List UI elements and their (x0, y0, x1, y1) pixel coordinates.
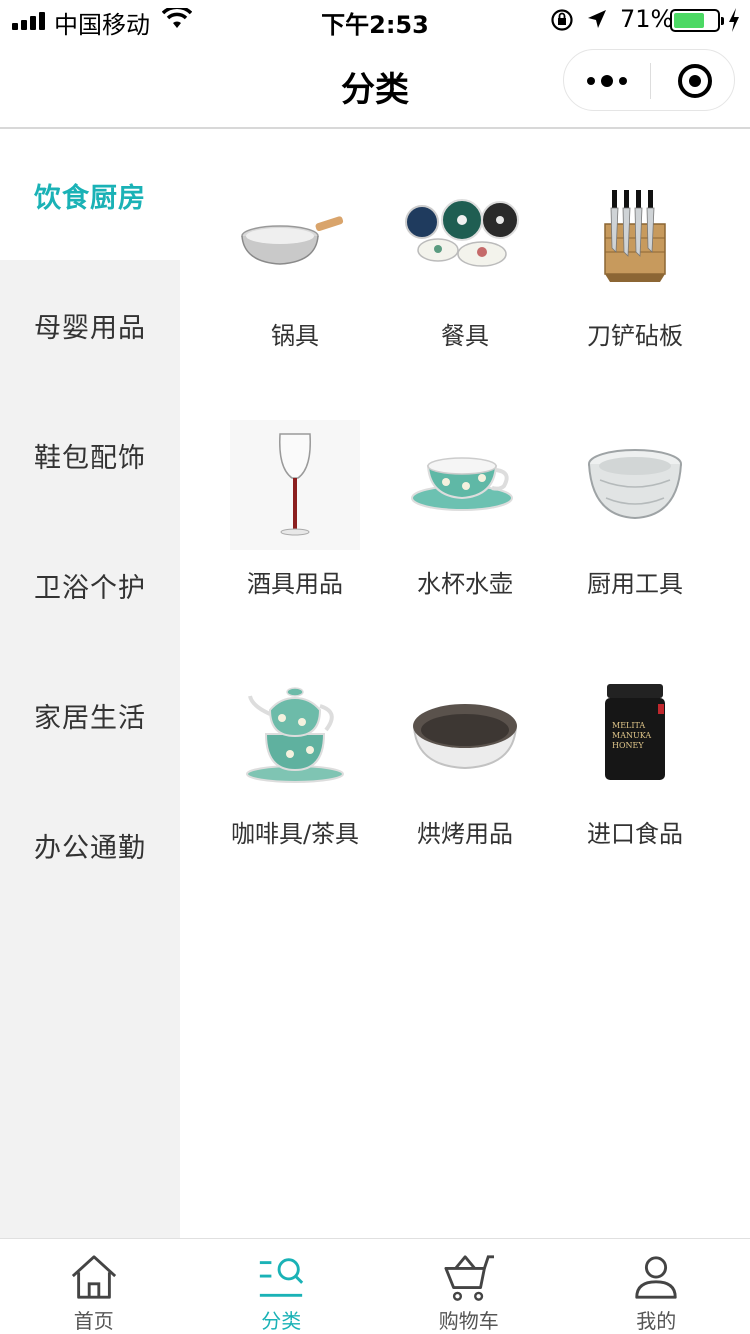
baking-pan-image (413, 704, 517, 770)
subcategory-label: 餐具 (441, 322, 489, 350)
mini-program-capsule (563, 49, 735, 111)
tab-label: 首页 (73, 1309, 114, 1333)
subcategory-item[interactable]: 锅具 (210, 172, 380, 351)
tab-label: 购物车 (438, 1309, 499, 1333)
capsule-divider (650, 63, 651, 99)
saucepan-image (241, 216, 344, 265)
sidebar-item-home-living[interactable]: 家居生活 (0, 650, 180, 780)
page: 中国移动 下午2:53 71% 分类 饮食厨房 母婴用品 鞋包配饰 卫浴个护 家… (0, 0, 750, 1334)
glass-bowl-image (588, 449, 682, 520)
status-bar: 中国移动 下午2:53 71% (0, 0, 750, 40)
battery-fill (674, 13, 704, 28)
subcategory-label: 酒具用品 (247, 570, 343, 598)
subcategory-item[interactable]: 咖啡具/茶具 (210, 670, 380, 849)
honey-line2-text: HONEY (612, 741, 644, 750)
subcategory-item[interactable]: 餐具 (380, 172, 550, 351)
location-arrow-icon (588, 10, 606, 28)
sidebar-item-shoes-bags[interactable]: 鞋包配饰 (0, 390, 180, 520)
category-search-icon (260, 1258, 304, 1297)
battery-percent: 71% (620, 5, 674, 33)
sidebar-item-office[interactable]: 办公通勤 (0, 780, 180, 910)
sidebar-item-bath-care[interactable]: 卫浴个护 (0, 520, 180, 650)
wine-glass-image (230, 420, 360, 550)
tab-cart[interactable]: 购物车 (375, 1239, 563, 1334)
subcategory-label: 咖啡具/茶具 (230, 820, 360, 848)
honey-line1-text: MANUKA (612, 731, 651, 740)
cart-icon (444, 1255, 494, 1301)
more-options-button[interactable] (564, 50, 650, 112)
tab-label: 我的 (636, 1309, 677, 1333)
plates-image (405, 199, 519, 267)
navigation-bar: 分类 (0, 40, 750, 129)
battery-icon (670, 9, 724, 32)
subcategory-label: 水杯水壶 (417, 570, 513, 598)
subcategory-label: 锅具 (271, 322, 319, 350)
rotation-lock-icon (551, 9, 573, 31)
subcategory-label: 刀铲砧板 (587, 322, 683, 350)
teacup-image (411, 457, 513, 511)
honey-jar-image: MELITA MANUKA HONEY (605, 684, 665, 780)
sidebar-item-kitchen[interactable]: 饮食厨房 (0, 130, 180, 260)
subcategory-item[interactable]: 水杯水壶 (380, 420, 550, 599)
charging-bolt-icon (729, 8, 739, 32)
subcategory-item[interactable]: 刀铲砧板 (550, 172, 720, 351)
subcategory-item[interactable]: 烘烤用品 (380, 670, 550, 849)
tab-me[interactable]: 我的 (563, 1239, 750, 1334)
bottom-tab-bar: 首页 分类 购物车 我的 (0, 1238, 750, 1334)
subcategory-item[interactable]: 酒具用品 (210, 420, 380, 599)
subcategory-label: 厨用工具 (587, 570, 683, 598)
close-mini-program-button[interactable] (678, 64, 712, 98)
tab-category[interactable]: 分类 (188, 1239, 376, 1334)
home-icon (71, 1255, 116, 1299)
tab-label: 分类 (261, 1309, 302, 1333)
category-sidebar: 饮食厨房 母婴用品 鞋包配饰 卫浴个护 家居生活 办公通勤 (0, 130, 180, 1238)
subcategory-label: 烘烤用品 (417, 820, 513, 848)
subcategory-item[interactable]: 厨用工具 (550, 420, 720, 599)
subcategory-item[interactable]: MELITA MANUKA HONEY 进口食品 (550, 670, 720, 849)
honey-brand-text: MELITA (612, 721, 645, 730)
subcategory-label: 进口食品 (587, 820, 683, 848)
sidebar-item-baby[interactable]: 母婴用品 (0, 260, 180, 390)
teapot-image (246, 687, 344, 783)
knife-block-image (604, 190, 666, 282)
user-icon (635, 1256, 677, 1299)
tab-home[interactable]: 首页 (0, 1239, 188, 1334)
